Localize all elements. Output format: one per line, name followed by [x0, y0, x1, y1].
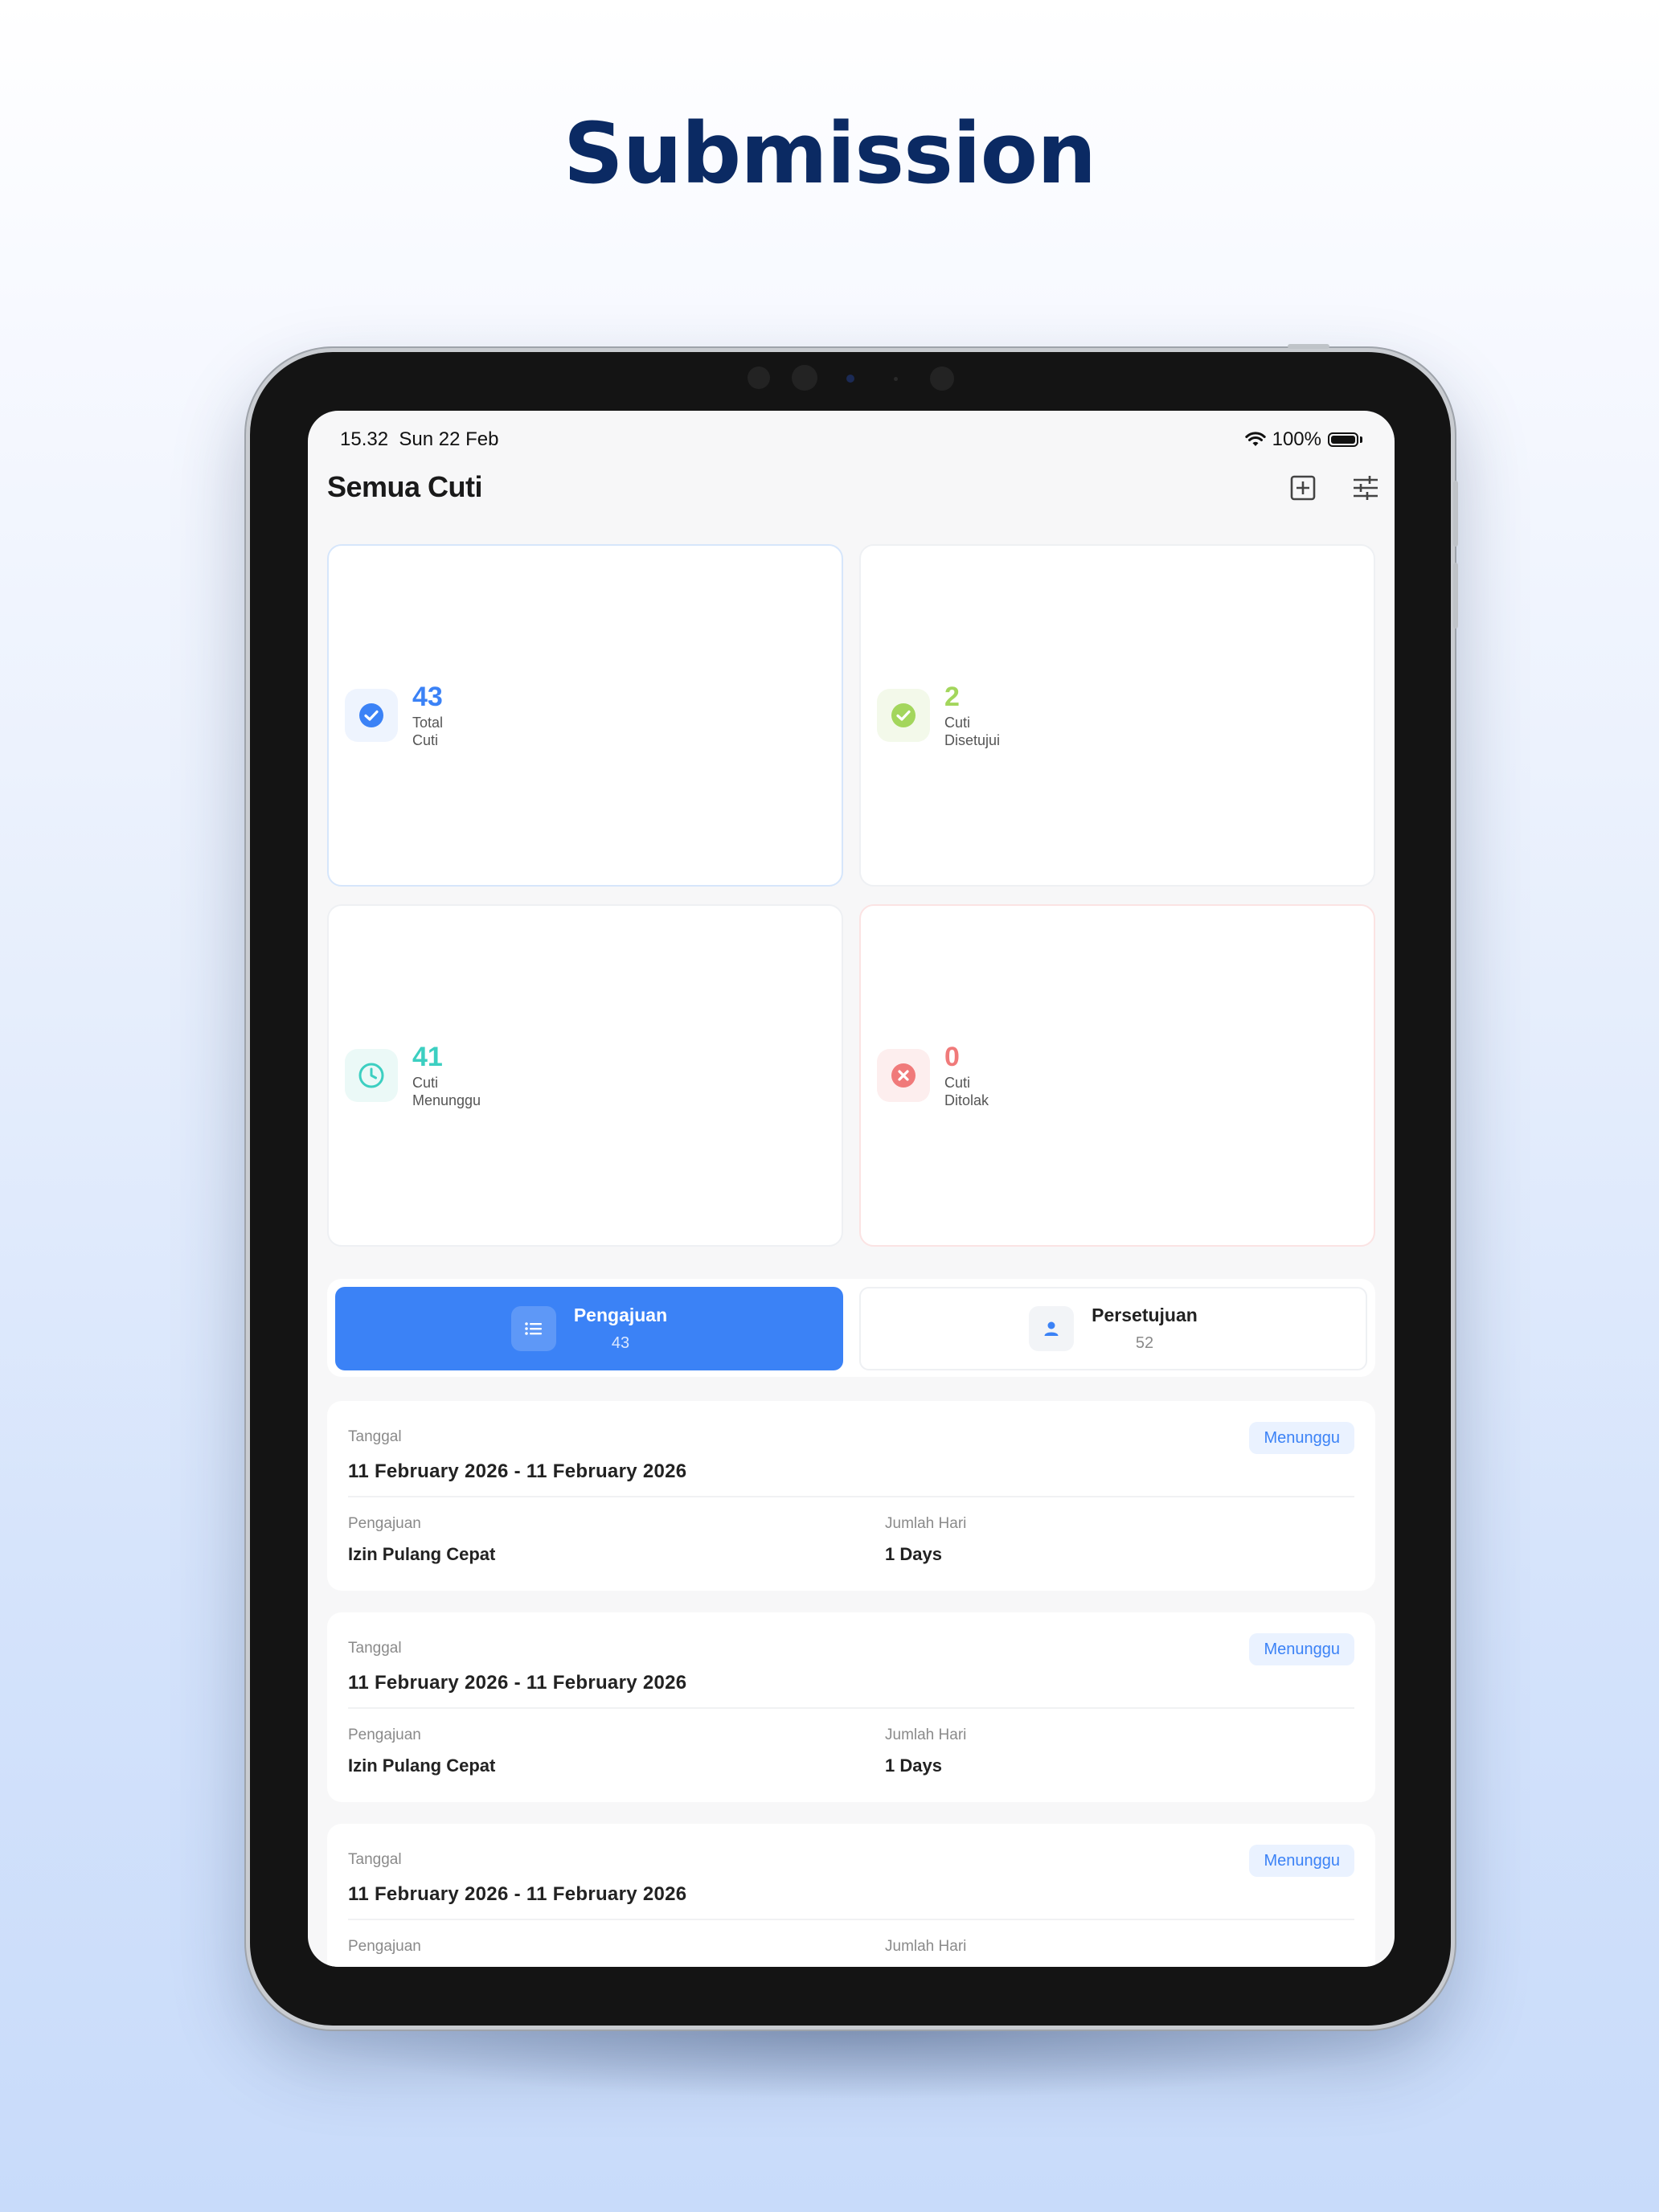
promo-heading: Submission [563, 104, 1096, 203]
leave-days: 1 Days [885, 1755, 942, 1776]
tab-icon-container [1029, 1306, 1075, 1351]
stat-content: 41 Cuti Menunggu [345, 1042, 481, 1109]
camera-sensor [930, 367, 954, 391]
stat-label: Cuti [944, 1075, 971, 1091]
leave-type: Izin Pulang Cepat [348, 1544, 496, 1564]
type-label: Pengajuan [348, 1727, 421, 1743]
stat-label: Cuti [944, 715, 971, 731]
sliders-icon[interactable] [1350, 472, 1382, 504]
days-label: Jumlah Hari [885, 1727, 967, 1743]
status-badge: Menunggu [1249, 1845, 1354, 1877]
tab-text: Pengajuan 43 [574, 1305, 667, 1353]
stat-label: Cuti [412, 732, 439, 748]
date-label: Tanggal [348, 1428, 402, 1445]
x-circle-icon [891, 1063, 916, 1088]
stat-icon-container [345, 689, 398, 742]
tab-persetujuan[interactable]: Persetujuan 52 [859, 1287, 1367, 1370]
stat-icon-container [877, 1049, 930, 1102]
page-title: Semua Cuti [327, 470, 483, 503]
leave-card[interactable]: Tanggal Menunggu 11 February 2026 - 11 F… [327, 1401, 1375, 1591]
battery-nub [1360, 436, 1362, 443]
date-label: Tanggal [348, 1851, 402, 1868]
type-label: Pengajuan [348, 1938, 421, 1955]
stat-text: 0 Cuti Ditolak [944, 1042, 989, 1109]
date-label: Tanggal [348, 1640, 402, 1657]
tab-label: Persetujuan [1092, 1305, 1198, 1325]
leave-card[interactable]: Tanggal Menunggu 11 February 2026 - 11 F… [327, 1612, 1375, 1802]
leave-days: 1 Days [885, 1544, 942, 1564]
camera-sensor [894, 377, 898, 381]
list-icon [525, 1322, 542, 1335]
wifi-icon [1244, 432, 1266, 446]
date-range: 11 February 2026 - 11 February 2026 [348, 1672, 687, 1694]
check-circle-icon [891, 703, 916, 727]
leave-type: Izin Pulang Cepat [348, 1755, 496, 1776]
clock-icon [358, 1063, 384, 1088]
divider [348, 1707, 1354, 1709]
date-range: 11 February 2026 - 11 February 2026 [348, 1883, 687, 1905]
stat-label: Menunggu [412, 1092, 481, 1108]
stat-label: Cuti [412, 1075, 439, 1091]
camera-sensor [792, 365, 817, 391]
tab-icon-container [510, 1306, 556, 1351]
status-time-date: 15.32 Sun 22 Feb [340, 428, 499, 451]
stat-text: 2 Cuti Disetujui [944, 682, 1000, 749]
stat-label: Ditolak [944, 1092, 989, 1108]
camera-sensor [748, 367, 770, 389]
battery-percent: 100% [1272, 428, 1321, 450]
divider [348, 1496, 1354, 1497]
stat-text: 41 Cuti Menunggu [412, 1042, 481, 1109]
segmented-tabs: Pengajuan 43 Persetujuan 52 [327, 1279, 1375, 1377]
tab-pengajuan[interactable]: Pengajuan 43 [335, 1287, 843, 1370]
stat-content: 2 Cuti Disetujui [877, 682, 1000, 749]
stat-value: 43 [412, 682, 443, 712]
days-label: Jumlah Hari [885, 1515, 967, 1532]
stat-card-rejected[interactable]: 0 Cuti Ditolak [859, 904, 1375, 1247]
days-label: Jumlah Hari [885, 1938, 967, 1955]
stat-content: 0 Cuti Ditolak [877, 1042, 989, 1109]
date-range: 11 February 2026 - 11 February 2026 [348, 1460, 687, 1482]
person-icon [1044, 1321, 1059, 1336]
stat-label: Disetujui [944, 732, 1001, 748]
stat-card-waiting[interactable]: 41 Cuti Menunggu [327, 904, 843, 1247]
type-label: Pengajuan [348, 1515, 421, 1532]
stat-icon-container [877, 689, 930, 742]
status-badge: Menunggu [1249, 1422, 1354, 1454]
stat-content: 43 Total Cuti [345, 682, 443, 749]
add-square-icon[interactable] [1287, 472, 1319, 504]
stat-text: 43 Total Cuti [412, 682, 443, 749]
status-time: 15.32 [340, 428, 389, 450]
tab-text: Persetujuan 52 [1092, 1305, 1198, 1353]
check-circle-icon [359, 703, 383, 727]
tab-count: 52 [1135, 1334, 1154, 1352]
status-badge: Menunggu [1249, 1633, 1354, 1665]
app-screen: 15.32 Sun 22 Feb 100% Semua Cuti 43 Tota… [308, 411, 1395, 1967]
stat-card-total[interactable]: 43 Total Cuti [327, 544, 843, 887]
divider [348, 1919, 1354, 1920]
tab-label: Pengajuan [573, 1305, 668, 1325]
battery-icon [1328, 432, 1358, 447]
tab-count: 43 [611, 1334, 630, 1352]
top-button [1288, 344, 1329, 349]
stat-card-approved[interactable]: 2 Cuti Disetujui [859, 544, 1375, 887]
leave-card[interactable]: Tanggal Menunggu 11 February 2026 - 11 F… [327, 1824, 1375, 1967]
status-bar: 15.32 Sun 22 Feb 100% [340, 422, 1362, 457]
camera-lens [846, 375, 854, 383]
stat-value: 2 [944, 682, 960, 712]
stat-icon-container [345, 1049, 398, 1102]
stat-value: 0 [944, 1042, 960, 1072]
stat-label: Total [412, 715, 444, 731]
status-right: 100% [1244, 428, 1362, 451]
stat-value: 41 [412, 1042, 443, 1072]
volume-up-button [1453, 481, 1458, 547]
volume-down-button [1453, 563, 1458, 629]
status-date: Sun 22 Feb [399, 428, 499, 450]
